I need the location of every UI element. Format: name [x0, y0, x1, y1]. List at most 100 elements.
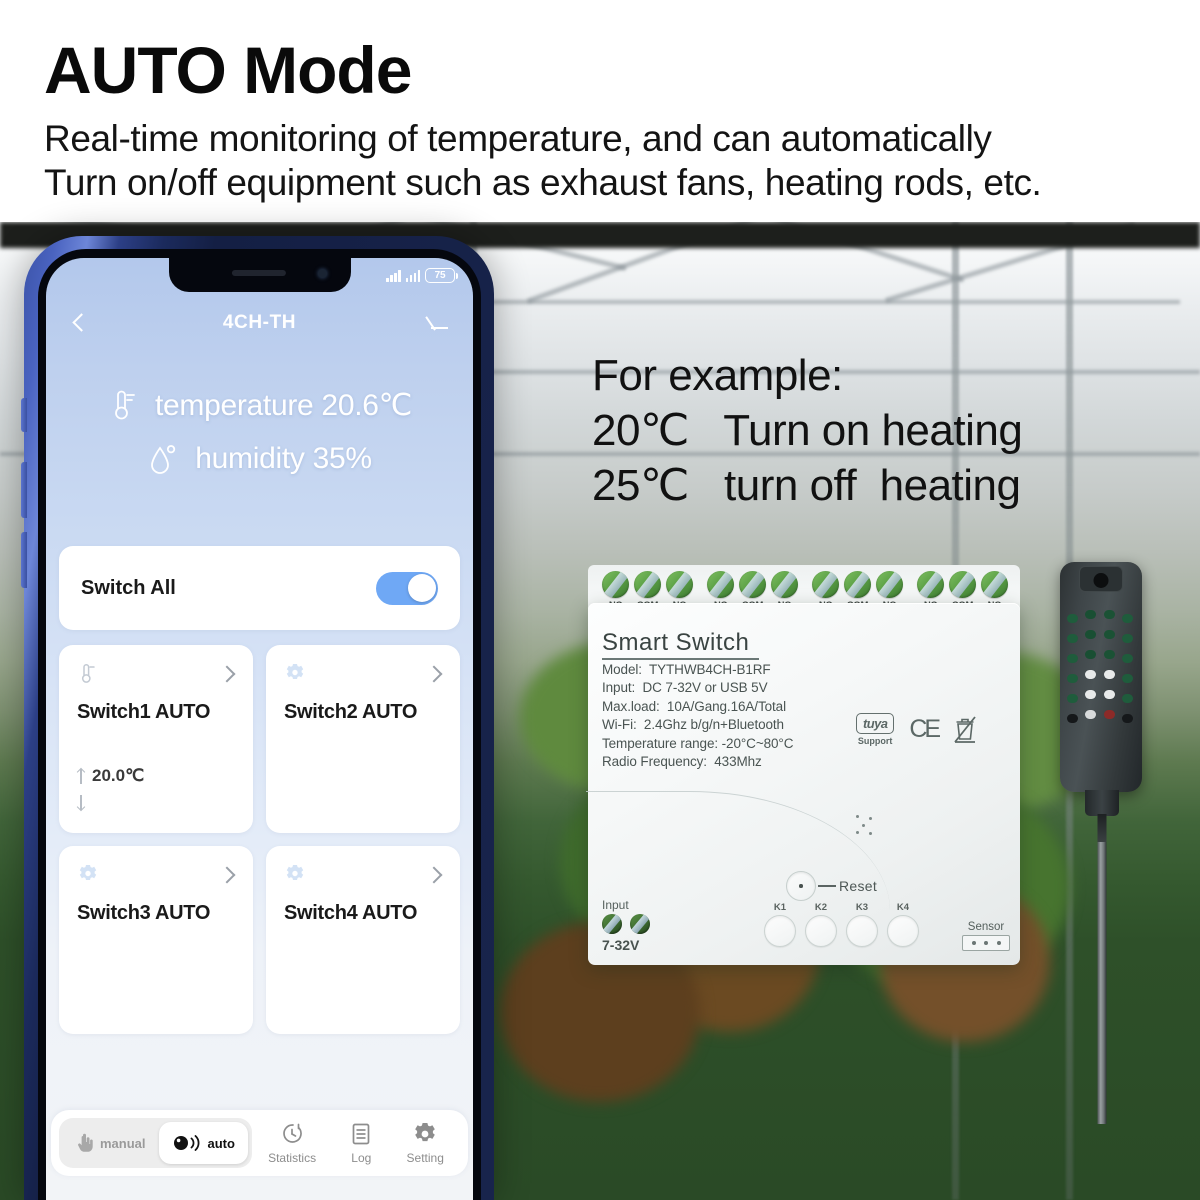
weee-crossed-bin-icon — [953, 715, 977, 745]
humidity-reading-text: humidity 35% — [195, 442, 372, 475]
screw-terminal-icon — [917, 571, 944, 598]
input-label: Input — [602, 898, 629, 912]
k-button-3[interactable]: K3 — [846, 902, 878, 947]
tuya-badge: tuya Support — [856, 713, 895, 746]
tab-statistics[interactable]: Statistics — [268, 1121, 316, 1165]
spec-radio-frequency: Radio Frequency: 433Mhz — [602, 754, 762, 770]
screw-terminal-icon[interactable] — [602, 914, 622, 934]
chevron-right-icon[interactable] — [219, 666, 235, 682]
screw-terminal-icon[interactable] — [630, 914, 650, 934]
k-button-2[interactable]: K2 — [805, 902, 837, 947]
mode-auto-label: auto — [207, 1135, 235, 1151]
tab-setting[interactable]: Setting — [407, 1121, 444, 1165]
switch-card-1[interactable]: Switch1 AUTO 20.0℃ — [59, 645, 253, 833]
tab-log[interactable]: Log — [348, 1121, 374, 1165]
switch-card-label: Switch4 AUTO — [284, 902, 418, 924]
tuya-logo: tuya — [856, 713, 895, 734]
sensor-readings: temperature 20.6℃ humidity 35% — [46, 386, 473, 494]
gear-icon — [284, 863, 306, 887]
phone-volume-down-button[interactable] — [21, 532, 27, 588]
reset-pinhole-icon[interactable] — [786, 871, 816, 901]
push-button-icon[interactable] — [846, 915, 878, 947]
ce-mark: CE — [909, 715, 941, 743]
phone-screen: 75 4CH-TH temperature 20.6℃ humidity 35%… — [46, 258, 473, 1200]
device-shell: Smart Switch Model: TYTHWB4CH-B1RF Input… — [586, 603, 1020, 965]
reset-leader-line — [818, 885, 836, 887]
app-navbar: 4CH-TH — [46, 300, 473, 346]
edit-pencil-icon[interactable] — [427, 311, 451, 335]
front-camera-icon — [317, 269, 327, 278]
chevron-right-icon[interactable] — [426, 666, 442, 682]
phone-mute-switch[interactable] — [21, 398, 27, 432]
screw-terminal-icon — [844, 571, 871, 598]
reset-block[interactable]: Reset — [786, 871, 877, 901]
subtitle-line-1: Real-time monitoring of temperature, and… — [44, 118, 992, 160]
gear-icon — [412, 1121, 438, 1147]
signal-bars-icon — [405, 269, 420, 282]
k-button-label: K2 — [814, 902, 828, 913]
chevron-right-icon[interactable] — [219, 867, 235, 883]
arrow-down-icon — [77, 794, 85, 811]
nav-tabs: Statistics Log Setting — [252, 1121, 460, 1165]
tuya-support-label: Support — [857, 736, 893, 746]
chevron-right-icon[interactable] — [426, 867, 442, 883]
stopwatch-icon — [279, 1121, 305, 1147]
push-button-icon[interactable] — [764, 915, 796, 947]
probe-vent-column — [1067, 614, 1078, 734]
card-top — [77, 661, 235, 687]
push-button-icon[interactable] — [805, 915, 837, 947]
app-title: 4CH-TH — [222, 312, 297, 333]
switch-card-thresholds: 20.0℃ — [77, 763, 144, 815]
switch-card-2[interactable]: Switch2 AUTO — [266, 645, 460, 833]
device-label-block: Smart Switch Model: TYTHWB4CH-B1RF Input… — [602, 629, 793, 770]
spec-maxload: Max.load: 10A/Gang.16A/Total — [602, 698, 786, 714]
switch-card-4[interactable]: Switch4 AUTO — [266, 846, 460, 1034]
example-block: For example: 20℃ Turn on heating 25℃ tur… — [592, 348, 1023, 513]
gear-icon — [77, 863, 99, 887]
header-block: AUTO Mode Real-time monitoring of temper… — [44, 35, 1184, 205]
arrow-up-icon — [77, 768, 85, 785]
k-button-4[interactable]: K4 — [887, 902, 919, 947]
screw-terminal-icon — [666, 571, 693, 598]
push-button-icon[interactable] — [887, 915, 919, 947]
probe-vent-column — [1085, 610, 1096, 730]
switch-all-card[interactable]: Switch All — [59, 546, 460, 630]
switch-all-label: Switch All — [81, 576, 176, 599]
sensor-label: Sensor — [967, 921, 1005, 933]
earpiece-speaker-icon — [231, 270, 286, 276]
gear-icon — [284, 662, 306, 686]
phone-volume-up-button[interactable] — [21, 462, 27, 518]
switch-all-toggle[interactable] — [376, 571, 438, 605]
screw-terminal-icon — [602, 571, 629, 598]
spec-wifi: Wi-Fi: 2.4Ghz b/g/n+Bluetooth — [602, 717, 784, 733]
device-title: Smart Switch — [602, 629, 760, 660]
bottom-bar: manual auto Statistics Log Setting — [51, 1110, 468, 1176]
smartphone-mockup: 75 4CH-TH temperature 20.6℃ humidity 35%… — [21, 236, 494, 1200]
subtitle-line-2: Turn on/off equipment such as exhaust fa… — [44, 161, 1042, 203]
k-button-label: K4 — [896, 902, 910, 913]
switch-card-label: Switch2 AUTO — [284, 701, 418, 723]
input-terminal-block: Input 7-32V — [602, 898, 650, 953]
k-button-1[interactable]: K1 — [764, 902, 796, 947]
mode-option-manual[interactable]: manual — [63, 1122, 159, 1164]
mode-option-auto[interactable]: auto — [158, 1122, 248, 1164]
tab-log-label: Log — [351, 1151, 372, 1165]
speaker-dots-icon — [856, 815, 878, 837]
probe-rod — [1097, 814, 1107, 1124]
thermometer-icon — [77, 662, 99, 686]
tab-statistics-label: Statistics — [268, 1151, 317, 1165]
battery-icon: 75 — [425, 267, 458, 283]
screw-terminal-icon — [634, 571, 661, 598]
smart-switch-device: NC COM NO NC COM NO — [586, 565, 1020, 965]
screw-terminal-icon — [707, 571, 734, 598]
switch-card-label: Switch1 AUTO — [77, 701, 211, 723]
switch-card-3[interactable]: Switch3 AUTO — [59, 846, 253, 1034]
phone-notch — [168, 258, 351, 292]
mode-toggle: manual auto — [59, 1118, 252, 1168]
probe-cap-hole — [1093, 573, 1109, 588]
back-chevron-icon[interactable] — [68, 311, 92, 335]
sensor-port-icon[interactable] — [962, 935, 1010, 951]
threshold-high-row: 20.0℃ — [77, 763, 144, 789]
switch-grid: Switch1 AUTO 20.0℃ Switch2 AUTO Switch3 … — [59, 645, 460, 1034]
reset-label: Reset — [839, 878, 878, 894]
